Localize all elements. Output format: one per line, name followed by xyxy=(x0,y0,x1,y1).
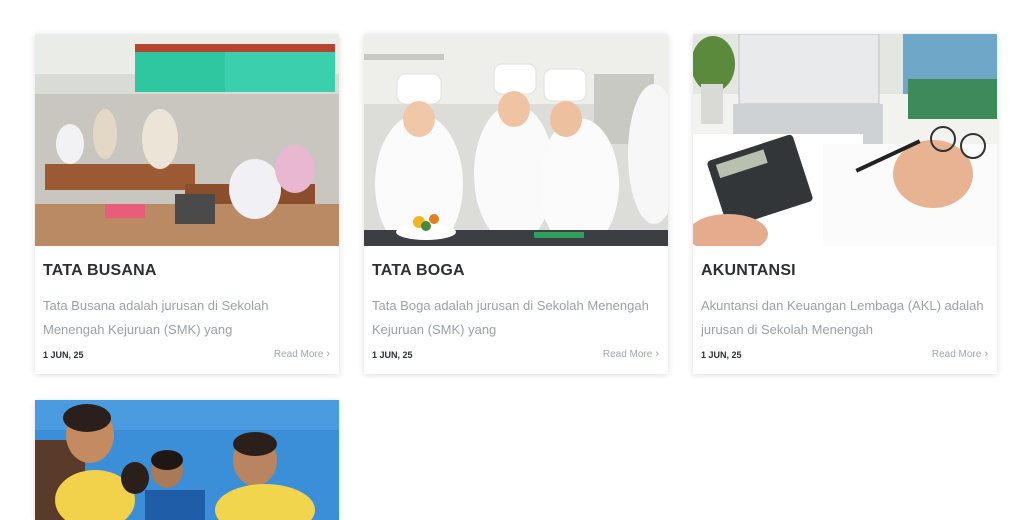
card-akuntansi[interactable]: AKUNTANSI Akuntansi dan Keuangan Lembaga… xyxy=(693,34,997,374)
card-image-chef-students[interactable] xyxy=(364,34,668,246)
card-tata-busana[interactable]: TATA BUSANA Tata Busana adalah jurusan d… xyxy=(35,34,339,374)
read-more-link[interactable]: Read More › xyxy=(932,348,988,360)
card-date: 1 JUN, 25 xyxy=(701,350,742,360)
card-excerpt: Akuntansi dan Keuangan Lembaga (AKL) ada… xyxy=(701,298,984,337)
card-image-sewing-class[interactable] xyxy=(35,34,339,246)
card-excerpt: Tata Busana adalah jurusan di Sekolah Me… xyxy=(43,298,269,337)
card-date: 1 JUN, 25 xyxy=(43,350,84,360)
read-more-label: Read More xyxy=(273,349,324,360)
chevron-right-icon: › xyxy=(655,348,659,360)
read-more-link[interactable]: Read More › xyxy=(603,348,659,360)
read-more-link[interactable]: Read More › xyxy=(274,348,330,360)
read-more-label: Read More xyxy=(931,349,982,360)
chevron-right-icon: › xyxy=(326,348,330,360)
card-title[interactable]: TATA BUSANA xyxy=(43,262,331,280)
card-image-students-blue-room[interactable] xyxy=(35,400,339,520)
chevron-right-icon: › xyxy=(984,348,988,360)
card-excerpt: Tata Boga adalah jurusan di Sekolah Mene… xyxy=(372,298,649,337)
card-image-accounting-desk[interactable] xyxy=(693,34,997,246)
card-tata-boga[interactable]: TATA BOGA Tata Boga adalah jurusan di Se… xyxy=(364,34,668,374)
card-partial[interactable] xyxy=(35,400,339,520)
card-title[interactable]: TATA BOGA xyxy=(372,262,660,280)
card-date: 1 JUN, 25 xyxy=(372,350,413,360)
card-title[interactable]: AKUNTANSI xyxy=(701,262,989,280)
read-more-label: Read More xyxy=(602,349,653,360)
